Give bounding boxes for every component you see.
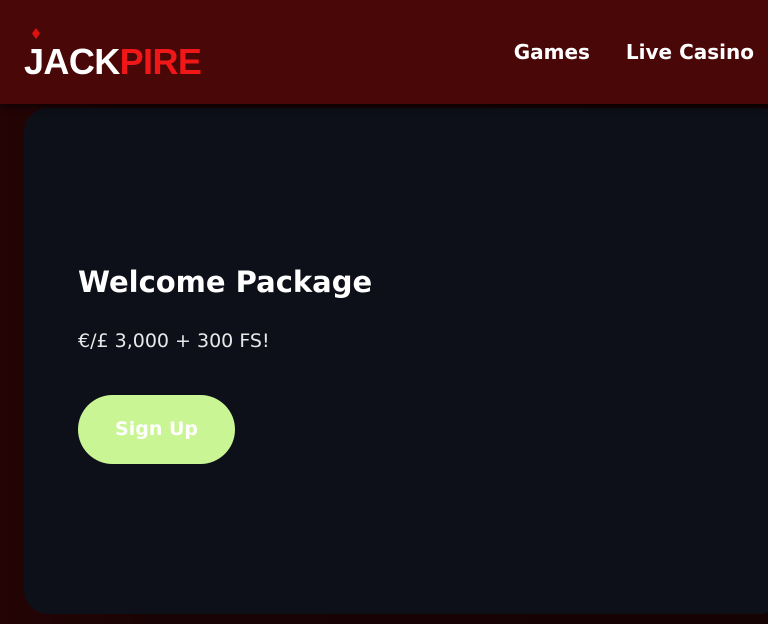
bonus-offer-text: €/£ 3,000 + 300 FS! — [78, 330, 270, 352]
site-header: JACKPIRE Games Live Casino — [0, 0, 768, 104]
logo-text-jack: JACK — [24, 41, 120, 82]
main-nav: Games Live Casino — [514, 38, 754, 66]
logo-text-pire: PIRE — [119, 41, 202, 82]
nav-item-live-casino[interactable]: Live Casino — [626, 38, 754, 66]
nav-item-games[interactable]: Games — [514, 38, 590, 66]
welcome-title: Welcome Package — [78, 265, 373, 299]
logo-wordmark: JACKPIRE — [24, 41, 202, 82]
welcome-banner: Welcome Package €/£ 3,000 + 300 FS! Sign… — [24, 108, 768, 614]
site-logo[interactable]: JACKPIRE — [24, 26, 206, 86]
diamond-icon — [32, 28, 40, 39]
page: JACKPIRE Games Live Casino Welcome Packa… — [0, 0, 768, 624]
sign-up-button[interactable]: Sign Up — [78, 395, 235, 464]
